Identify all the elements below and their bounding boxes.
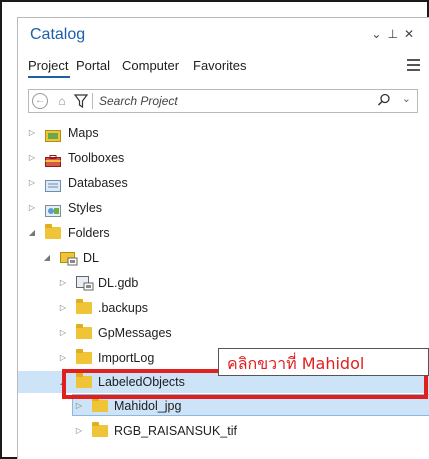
- catalog-tabs: Project Portal Computer Favorites: [28, 58, 422, 78]
- tree-item-folders[interactable]: ◢ Folders: [18, 222, 429, 244]
- annotation-callout: คลิกขวาที่ Mahidol: [218, 348, 429, 376]
- style-icon: [45, 202, 61, 217]
- expand-arrow-icon[interactable]: ▷: [27, 172, 37, 194]
- tree-item-label: .backups: [98, 301, 149, 315]
- expand-arrow-icon[interactable]: ▷: [74, 420, 84, 442]
- pane-left-border: [17, 380, 18, 459]
- tree-item-label: Styles: [68, 201, 103, 215]
- close-icon[interactable]: ✕: [404, 27, 420, 41]
- hamburger-menu-icon[interactable]: [407, 59, 420, 71]
- expand-arrow-icon[interactable]: ▷: [58, 297, 68, 319]
- search-separator: [92, 93, 93, 109]
- tree-item-label: Maps: [68, 126, 99, 140]
- tree-item-backups[interactable]: ▷ .backups: [18, 297, 429, 319]
- expand-arrow-icon[interactable]: ▷: [27, 147, 37, 169]
- folder-icon: [76, 349, 92, 364]
- tree-item-gpmessages[interactable]: ▷ GpMessages: [18, 322, 429, 344]
- back-icon[interactable]: ←: [32, 93, 48, 109]
- home-icon[interactable]: ⌂: [54, 93, 70, 109]
- folder-icon: [92, 422, 108, 437]
- annotation-callout-text: คลิกขวาที่ Mahidol: [227, 354, 365, 373]
- tab-project[interactable]: Project: [28, 58, 68, 73]
- filter-icon[interactable]: [73, 93, 89, 109]
- toolbox-icon: [45, 152, 61, 167]
- expand-arrow-icon[interactable]: ▷: [58, 322, 68, 344]
- collapse-arrow-icon[interactable]: ◢: [42, 247, 52, 269]
- search-bar: ← ⌂ ⌄: [28, 89, 418, 113]
- tree-item-styles[interactable]: ▷ Styles: [18, 197, 429, 219]
- chevron-down-icon[interactable]: ⌄: [402, 92, 411, 105]
- geodatabase-icon: [76, 275, 94, 291]
- tree-item-label: DL: [83, 251, 99, 265]
- folder-connection-icon: [60, 250, 78, 266]
- tree-item-label: Folders: [68, 226, 110, 240]
- collapse-arrow-icon[interactable]: ◢: [27, 222, 37, 244]
- database-icon: [45, 177, 61, 192]
- pane-title: Catalog: [30, 26, 86, 43]
- tree-item-maps[interactable]: ▷ Maps: [18, 122, 429, 144]
- active-tab-indicator: [28, 76, 70, 78]
- expand-arrow-icon[interactable]: ▷: [58, 272, 68, 294]
- tree-item-dl[interactable]: ◢ DL: [18, 247, 429, 269]
- tree-item-rgb-raisansuk-tif[interactable]: ▷ RGB_RAISANSUK_tif: [18, 420, 429, 442]
- folder-icon: [92, 397, 108, 412]
- tree-item-label: Databases: [68, 176, 128, 190]
- search-input[interactable]: [99, 92, 369, 110]
- tree-item-label: GpMessages: [98, 326, 172, 340]
- tree-item-label: RGB_RAISANSUK_tif: [114, 424, 237, 438]
- tree-item-label: ImportLog: [98, 351, 155, 365]
- tree-item-toolboxes[interactable]: ▷ Toolboxes: [18, 147, 429, 169]
- search-icon[interactable]: [377, 93, 391, 110]
- tab-favorites[interactable]: Favorites: [193, 58, 246, 73]
- pin-icon[interactable]: ⊥: [387, 27, 403, 41]
- folder-icon: [45, 224, 61, 239]
- folder-icon: [76, 299, 92, 314]
- map-icon: [45, 127, 61, 142]
- pane-options-icon[interactable]: ⌄: [371, 27, 387, 41]
- tab-computer[interactable]: Computer: [122, 58, 179, 73]
- tree-item-dl-gdb[interactable]: ▷ DL.gdb: [18, 272, 429, 294]
- folder-icon: [76, 324, 92, 339]
- tree-item-label: Toolboxes: [68, 151, 125, 165]
- tree-item-label: DL.gdb: [98, 276, 139, 290]
- pane-controls: ⌄⊥✕: [371, 27, 420, 41]
- tab-portal[interactable]: Portal: [76, 58, 110, 73]
- tree-item-databases[interactable]: ▷ Databases: [18, 172, 429, 194]
- catalog-title-bar: Catalog ⌄⊥✕: [30, 24, 420, 48]
- expand-arrow-icon[interactable]: ▷: [27, 122, 37, 144]
- expand-arrow-icon[interactable]: ▷: [58, 347, 68, 369]
- expand-arrow-icon[interactable]: ▷: [27, 197, 37, 219]
